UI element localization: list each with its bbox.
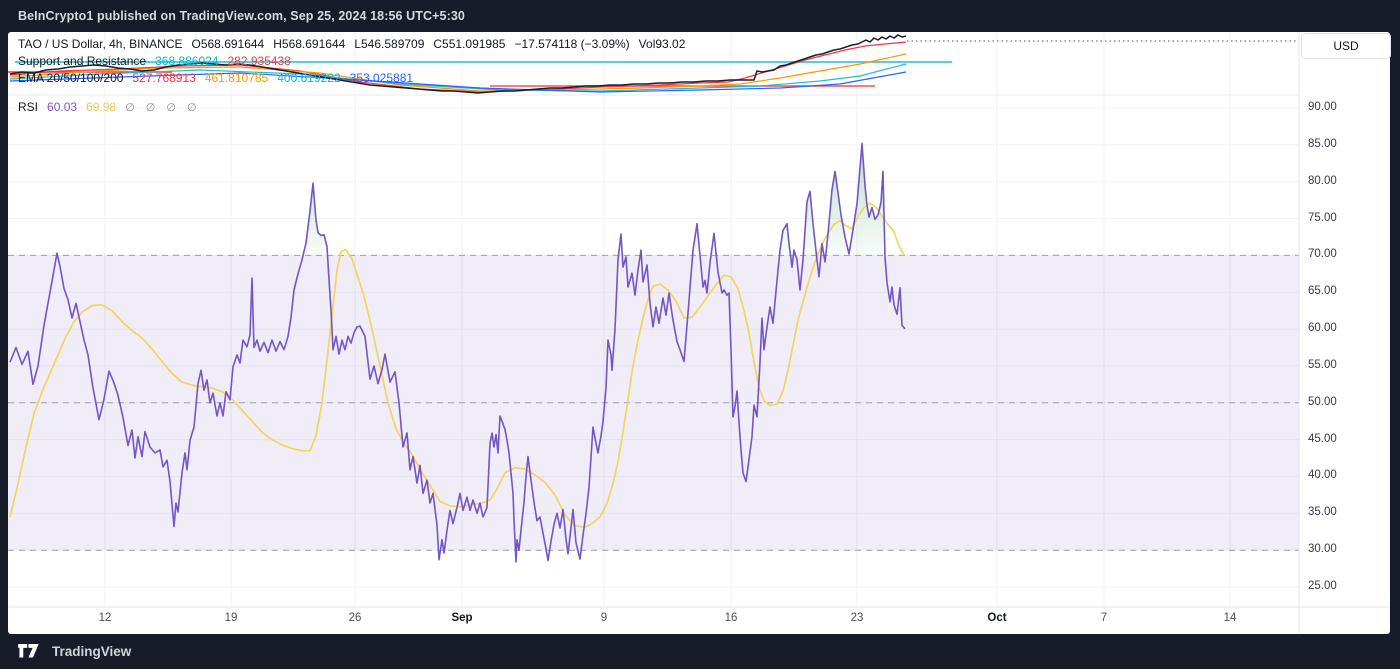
time-scale-label: 12 xyxy=(99,612,112,624)
price-scale-label: 65.00 xyxy=(1308,285,1337,297)
price-scale-label: 55.00 xyxy=(1308,359,1337,371)
symbol-row-value: Vol93.02 xyxy=(639,37,686,51)
support-resistance-row-value: 282.935438 xyxy=(228,54,291,68)
time-scale-label: 16 xyxy=(725,612,738,624)
ema-row-title: EMA 20/50/100/200 xyxy=(18,71,123,85)
support-resistance-row-title: Support and Resistance xyxy=(18,54,146,68)
price-scale-label: 85.00 xyxy=(1308,138,1337,150)
footer-bar: TradingView xyxy=(0,634,1400,669)
support-resistance-row[interactable]: Support and Resistance 368.886024 282.9354… xyxy=(18,54,300,68)
support-resistance-row-value: 368.886024 xyxy=(155,54,218,68)
rsi-row-value: 69.98 xyxy=(86,100,116,114)
time-scale-label: Sep xyxy=(451,612,472,624)
tradingview-brand-text[interactable]: TradingView xyxy=(52,644,131,659)
time-scale-label: 19 xyxy=(225,612,238,624)
price-scale-label: 50.00 xyxy=(1308,396,1337,408)
price-scale-label: 70.00 xyxy=(1308,248,1337,260)
ema-row-value: 527.768913 xyxy=(132,71,195,85)
symbol-row-value: C551.091985 xyxy=(433,37,505,51)
symbol-row[interactable]: TAO / US Dollar, 4h, BINANCE O568.691644 H… xyxy=(18,37,694,51)
rsi-row-title: RSI xyxy=(18,100,38,114)
ema-row-value: 461.810785 xyxy=(205,71,268,85)
symbol-row-value: H568.691644 xyxy=(273,37,345,51)
time-scale-label: 26 xyxy=(349,612,362,624)
time-scale-label: Oct xyxy=(987,612,1006,624)
tradingview-logo-icon[interactable] xyxy=(18,644,44,659)
time-scale-label: 9 xyxy=(601,612,607,624)
time-scale-label: 14 xyxy=(1224,612,1237,624)
screenshot-frame: BeInCrypto1 published on TradingView.com… xyxy=(0,0,1400,669)
publish-attribution-text: BeInCrypto1 published on TradingView.com… xyxy=(18,9,465,23)
price-scale-label: 35.00 xyxy=(1308,506,1337,518)
rsi-row[interactable]: RSI 60.03 69.98 ∅ ∅ ∅ ∅ xyxy=(18,100,210,114)
ema-row-value: 353.025881 xyxy=(350,71,413,85)
currency-toggle-button[interactable]: USD xyxy=(1301,33,1391,59)
publish-header: BeInCrypto1 published on TradingView.com… xyxy=(0,0,1400,32)
symbol-row-value: −17.574118 (−3.09%) xyxy=(514,37,629,51)
symbol-row-value: O568.691644 xyxy=(192,37,265,51)
price-scale-label: 60.00 xyxy=(1308,322,1337,334)
rsi-row-value: ∅ ∅ ∅ ∅ xyxy=(125,102,201,114)
price-scale-label: 75.00 xyxy=(1308,212,1337,224)
time-scale-label: 23 xyxy=(851,612,864,624)
symbol-row-title: TAO / US Dollar, 4h, BINANCE xyxy=(18,37,183,51)
price-scale-label: 25.00 xyxy=(1308,580,1337,592)
price-scale-label: 40.00 xyxy=(1308,469,1337,481)
price-scale-label: 80.00 xyxy=(1308,175,1337,187)
time-scale-label: 7 xyxy=(1101,612,1107,624)
price-scale-label: 30.00 xyxy=(1308,543,1337,555)
price-scale-label: 90.00 xyxy=(1308,101,1337,113)
ema-row-value: 400.619222 xyxy=(277,71,340,85)
symbol-row-value: L546.589709 xyxy=(354,37,424,51)
chart-panel[interactable] xyxy=(8,32,1390,634)
price-scale-label: 45.00 xyxy=(1308,433,1337,445)
currency-toggle-label: USD xyxy=(1333,39,1358,53)
ema-row[interactable]: EMA 20/50/100/200 527.768913 461.810785 400… xyxy=(18,71,422,85)
rsi-row-value: 60.03 xyxy=(47,100,77,114)
